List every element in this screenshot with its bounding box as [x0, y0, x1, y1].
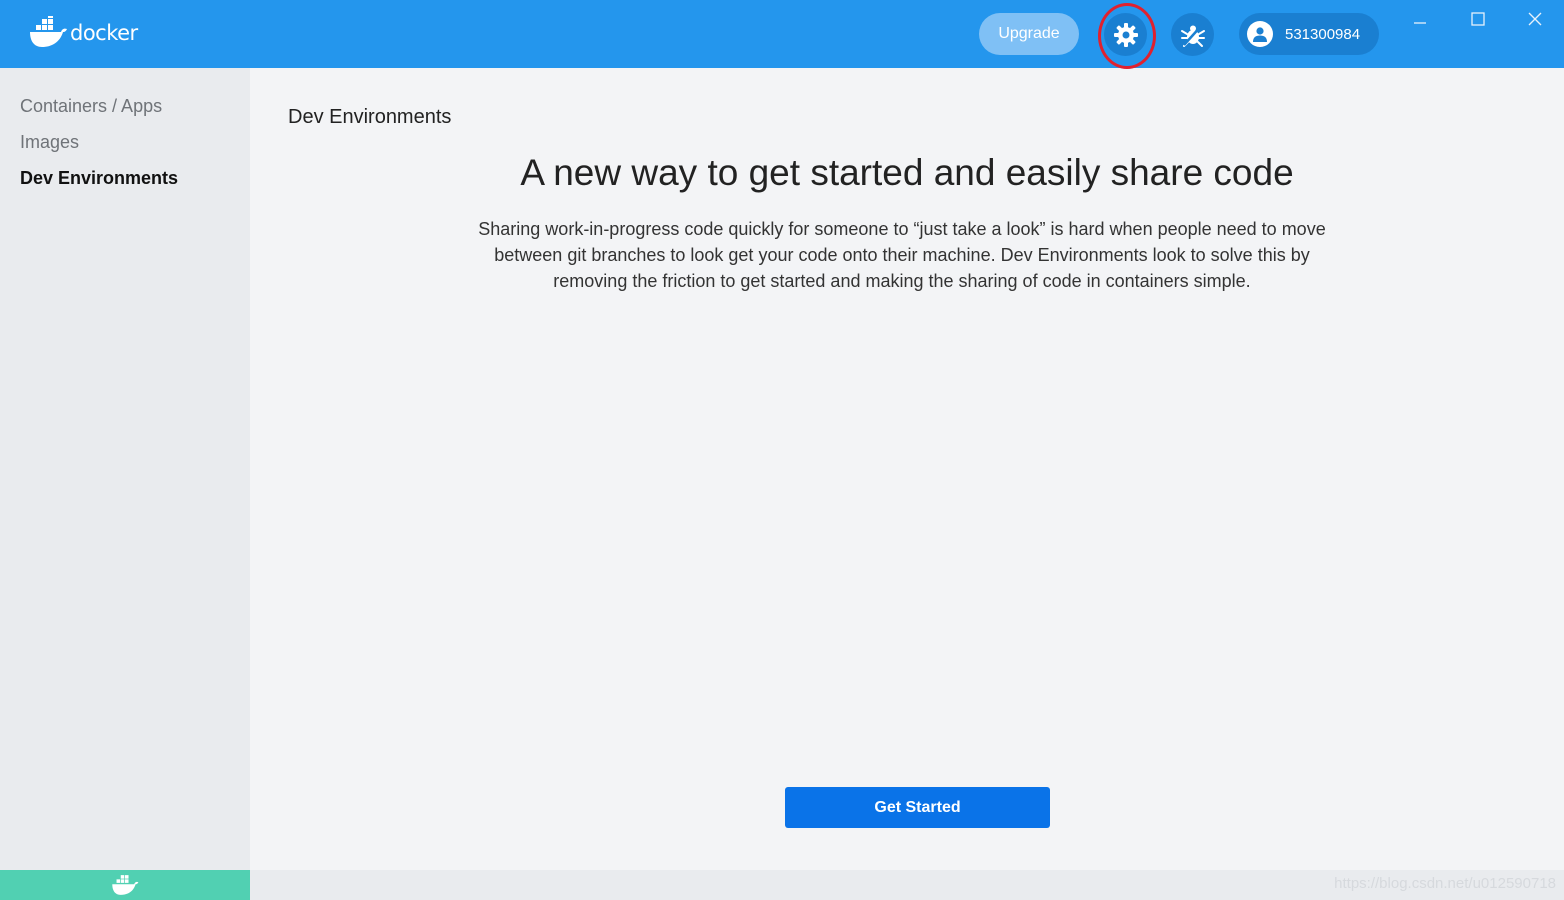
- watermark: https://blog.csdn.net/u012590718: [1334, 875, 1556, 892]
- engine-status-bar[interactable]: [0, 870, 250, 900]
- docker-logo: docker: [28, 16, 138, 50]
- upgrade-button[interactable]: Upgrade: [979, 13, 1079, 55]
- sidebar: Containers / Apps Images Dev Environment…: [0, 68, 250, 900]
- gear-icon: [1113, 22, 1138, 47]
- account-name: 531300984: [1285, 25, 1361, 43]
- account-button[interactable]: 531300984: [1239, 13, 1379, 55]
- maximize-button[interactable]: [1463, 6, 1493, 32]
- headline: A new way to get started and easily shar…: [520, 152, 1294, 193]
- settings-button[interactable]: [1104, 13, 1147, 56]
- whale-icon: [30, 16, 67, 47]
- title-bar: docker Upgrade 531300984: [0, 0, 1564, 69]
- user-icon: [1247, 21, 1273, 47]
- sidebar-item-images[interactable]: Images: [20, 132, 79, 153]
- description: Sharing work-in-progress code quickly fo…: [478, 219, 1326, 291]
- troubleshoot-button[interactable]: [1171, 13, 1214, 56]
- get-started-button[interactable]: Get Started: [785, 787, 1050, 828]
- maximize-icon: [1471, 12, 1485, 26]
- minimize-icon: [1414, 22, 1426, 24]
- sidebar-item-containers-apps[interactable]: Containers / Apps: [20, 96, 162, 117]
- brand-name: docker: [70, 21, 138, 45]
- bug-icon: [1180, 23, 1205, 47]
- whale-icon: [112, 875, 139, 895]
- sidebar-item-dev-environments[interactable]: Dev Environments: [20, 168, 178, 189]
- page-title: Dev Environments: [288, 106, 452, 128]
- minimize-button[interactable]: [1405, 6, 1435, 32]
- close-icon: [1528, 12, 1542, 26]
- close-button[interactable]: [1520, 6, 1550, 32]
